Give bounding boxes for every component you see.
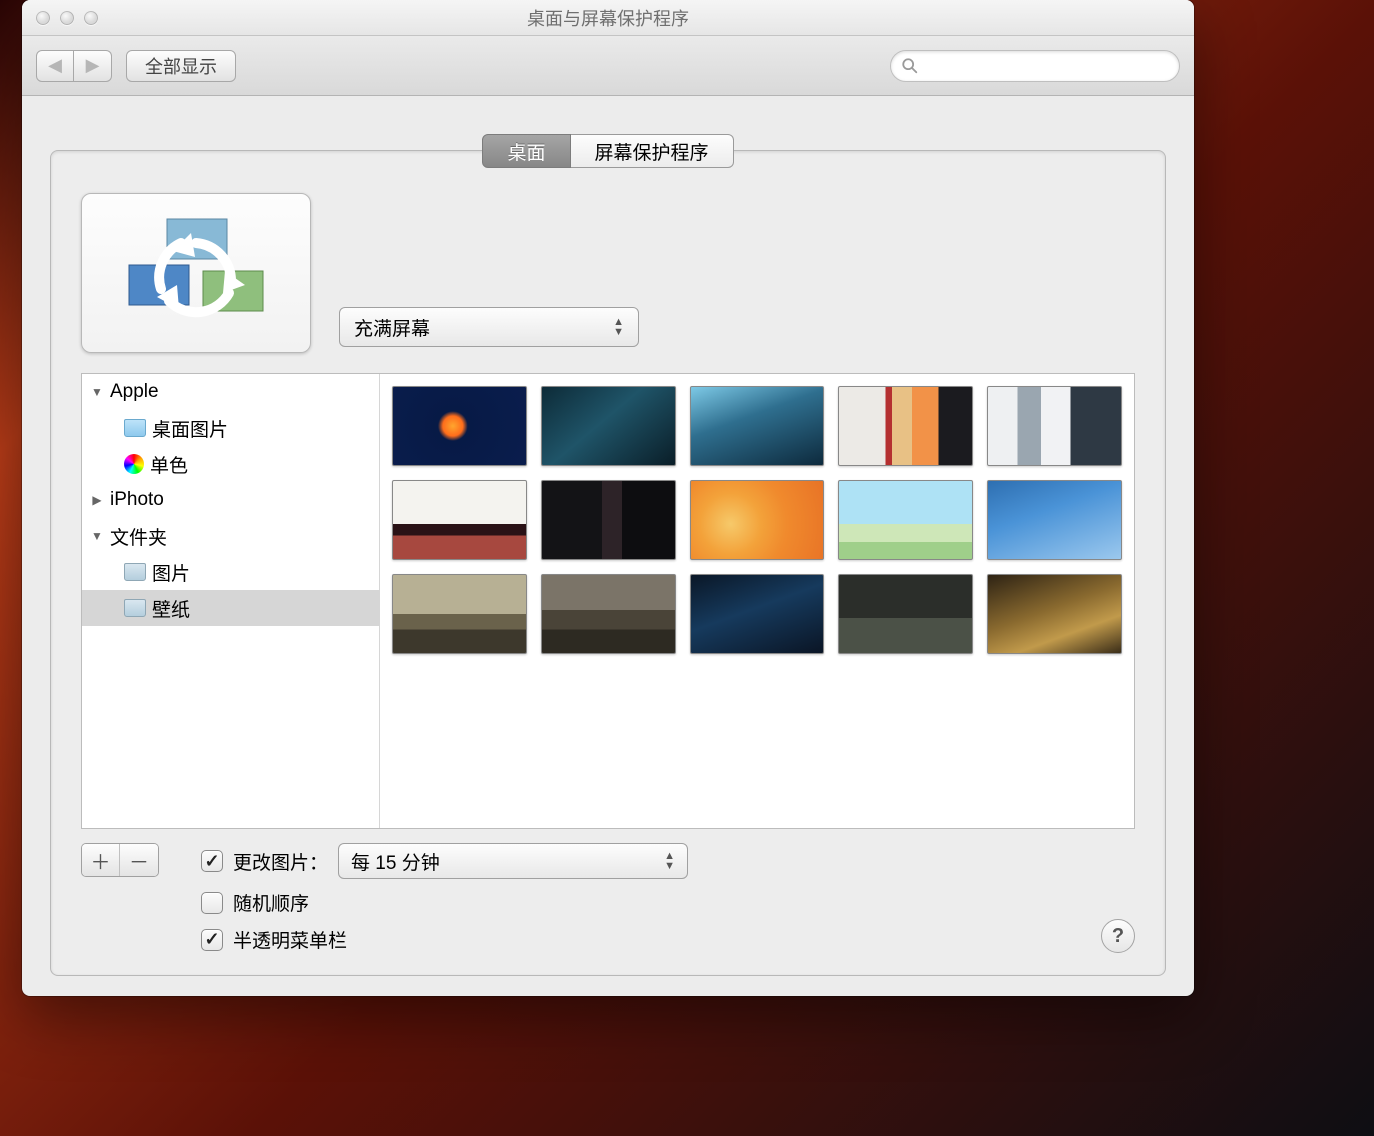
sidebar-label: 单色 [150, 451, 188, 478]
disclosure-triangle-icon: ▼ [90, 385, 104, 399]
sidebar-label: 图片 [152, 559, 190, 586]
sidebar-item-solid-colors[interactable]: 单色 [82, 446, 379, 482]
sidebar-item-desktop-pictures[interactable]: 桌面图片 [82, 410, 379, 446]
nav-forward-button[interactable]: ▶ [74, 50, 112, 82]
remove-folder-button[interactable]: － [120, 844, 158, 876]
wallpaper-thumbnail[interactable] [987, 480, 1122, 560]
sidebar-label: 文件夹 [110, 523, 167, 550]
sidebar-item-pictures[interactable]: 图片 [82, 554, 379, 590]
cycle-icon [111, 213, 281, 333]
content-area: 桌面 屏幕保护程序 [22, 96, 1194, 996]
change-picture-label: 更改图片： [233, 848, 328, 875]
stepper-icon: ▲▼ [664, 851, 675, 871]
folder-icon [124, 563, 146, 581]
folder-icon [124, 599, 146, 617]
minimize-button[interactable] [60, 11, 74, 25]
wallpaper-thumbnail[interactable] [541, 574, 676, 654]
random-order-row: 随机顺序 [201, 889, 1059, 916]
search-input[interactable] [925, 57, 1169, 75]
interval-value: 每 15 分钟 [351, 848, 440, 875]
disclosure-triangle-icon: ▼ [90, 529, 104, 543]
help-button[interactable]: ? [1101, 919, 1135, 953]
color-wheel-icon [124, 454, 144, 474]
wallpaper-thumbnail[interactable] [838, 480, 973, 560]
disclosure-triangle-icon: ▶ [90, 493, 104, 507]
traffic-lights [36, 11, 98, 25]
sidebar-label: 桌面图片 [152, 415, 228, 442]
wallpaper-thumbnail[interactable] [392, 574, 527, 654]
wallpaper-browser: ▼ Apple 桌面图片 单色 ▶ iPhoto [81, 373, 1135, 829]
sidebar-item-wallpapers[interactable]: 壁纸 [82, 590, 379, 626]
wallpaper-thumbnail[interactable] [392, 480, 527, 560]
tab-group: 桌面 屏幕保护程序 [50, 134, 1166, 168]
wallpaper-thumbnail[interactable] [987, 574, 1122, 654]
change-picture-row: 更改图片： 每 15 分钟 ▲▼ [201, 843, 1059, 879]
wallpaper-thumbnail[interactable] [690, 386, 825, 466]
fill-mode-select[interactable]: 充满屏幕 ▲▼ [339, 307, 639, 347]
toolbar: ◀ ▶ 全部显示 [22, 36, 1194, 96]
desktop-panel: 充满屏幕 ▲▼ ▼ Apple 桌面图片 单色 [50, 150, 1166, 976]
bottom-controls: ＋ － 更改图片： 每 15 分钟 ▲▼ 随机顺序 [81, 843, 1135, 953]
sidebar-group-folders[interactable]: ▼ 文件夹 [82, 518, 379, 554]
wallpaper-thumbnail[interactable] [987, 386, 1122, 466]
source-sidebar: ▼ Apple 桌面图片 单色 ▶ iPhoto [82, 374, 380, 828]
sidebar-group-iphoto[interactable]: ▶ iPhoto [82, 482, 379, 518]
wallpaper-thumbnail[interactable] [690, 480, 825, 560]
change-picture-checkbox[interactable] [201, 850, 223, 872]
search-icon [901, 57, 919, 75]
tab-screensaver[interactable]: 屏幕保护程序 [571, 134, 734, 168]
nav-group: ◀ ▶ [36, 50, 112, 82]
wallpaper-thumbnail[interactable] [541, 386, 676, 466]
tab-desktop[interactable]: 桌面 [482, 134, 570, 168]
random-order-label: 随机顺序 [233, 889, 309, 916]
show-all-button[interactable]: 全部显示 [126, 50, 236, 82]
wallpaper-thumbnail[interactable] [690, 574, 825, 654]
add-remove-group: ＋ － [81, 843, 159, 877]
nav-back-button[interactable]: ◀ [36, 50, 74, 82]
fill-mode-value: 充满屏幕 [354, 314, 430, 341]
folder-icon [124, 419, 146, 437]
zoom-button[interactable] [84, 11, 98, 25]
translucent-menubar-label: 半透明菜单栏 [233, 926, 347, 953]
wallpaper-thumbnail[interactable] [838, 574, 973, 654]
options-column: 更改图片： 每 15 分钟 ▲▼ 随机顺序 半透明菜单栏 [201, 843, 1059, 953]
sidebar-group-apple[interactable]: ▼ Apple [82, 374, 379, 410]
random-order-checkbox[interactable] [201, 892, 223, 914]
translucent-menubar-row: 半透明菜单栏 [201, 926, 1059, 953]
sidebar-label: Apple [110, 381, 159, 403]
interval-select[interactable]: 每 15 分钟 ▲▼ [338, 843, 688, 879]
add-folder-button[interactable]: ＋ [82, 844, 120, 876]
preview-row: 充满屏幕 ▲▼ [81, 193, 1135, 353]
window-title: 桌面与屏幕保护程序 [22, 5, 1194, 31]
thumbnail-grid [380, 374, 1134, 828]
current-wallpaper-preview [81, 193, 311, 353]
sidebar-label: iPhoto [110, 489, 164, 511]
sidebar-label: 壁纸 [152, 595, 190, 622]
close-button[interactable] [36, 11, 50, 25]
search-field[interactable] [890, 50, 1180, 82]
translucent-menubar-checkbox[interactable] [201, 929, 223, 951]
titlebar: 桌面与屏幕保护程序 [22, 0, 1194, 36]
wallpaper-thumbnail[interactable] [838, 386, 973, 466]
preferences-window: 桌面与屏幕保护程序 ◀ ▶ 全部显示 桌面 屏幕保护程序 [22, 0, 1194, 996]
wallpaper-thumbnail[interactable] [541, 480, 676, 560]
stepper-icon: ▲▼ [613, 317, 624, 337]
wallpaper-thumbnail[interactable] [392, 386, 527, 466]
